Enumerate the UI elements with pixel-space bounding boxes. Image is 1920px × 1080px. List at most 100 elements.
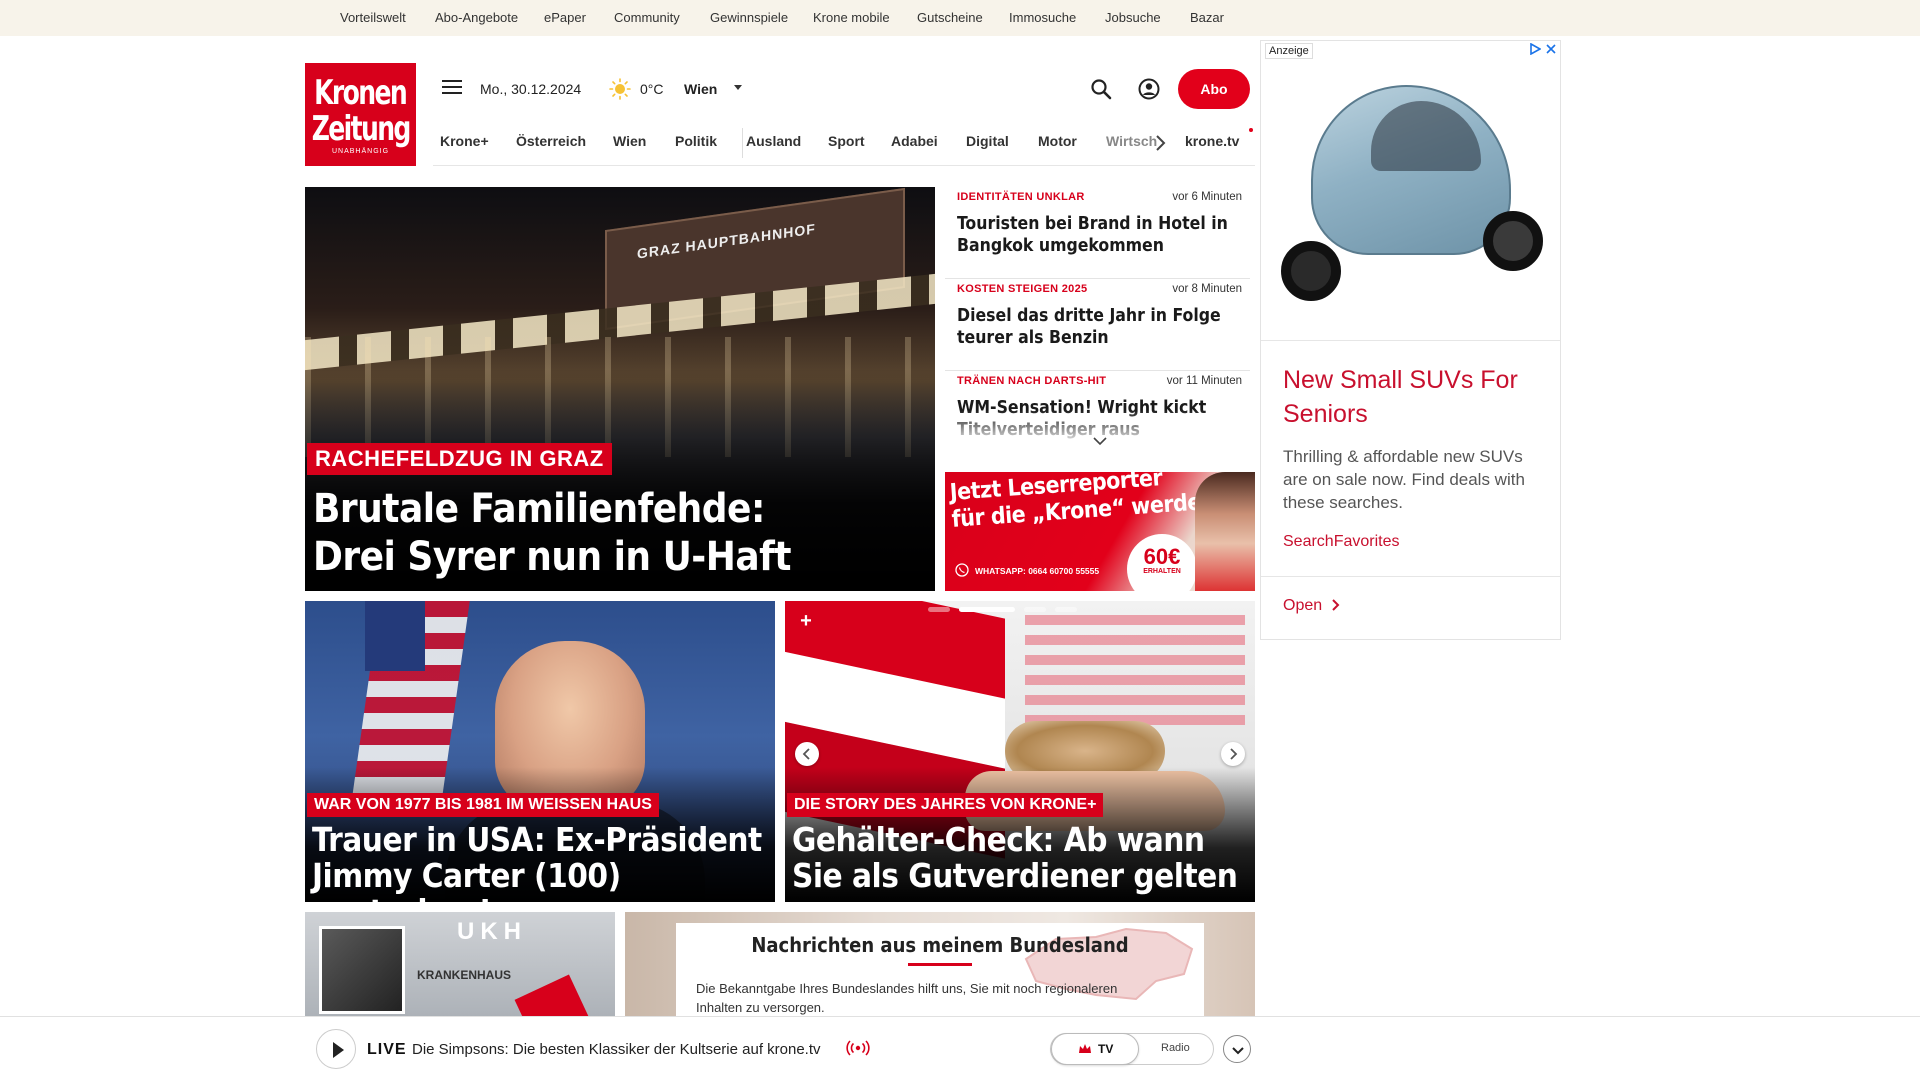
whatsapp-icon (955, 563, 969, 577)
card-headline-line-1[interactable]: Trauer in USA: Ex-Präsident (312, 822, 762, 858)
nav-item-oesterreich[interactable]: Österreich (516, 133, 586, 149)
ad-label: Anzeige (1265, 43, 1313, 59)
ticker-time: vor 11 Minuten (1166, 375, 1242, 387)
topbar-link-immosuche[interactable]: Immosuche (1009, 10, 1076, 25)
search-icon[interactable] (1090, 78, 1112, 100)
ad-open-label: Open (1283, 597, 1323, 614)
bundesland-text: Die Bekanntgabe Ihres Bundeslandes hilft… (696, 981, 1118, 1015)
card-headline-line-2[interactable]: Jimmy Carter (100) gestorben! (312, 858, 775, 903)
account-icon[interactable] (1138, 78, 1160, 100)
live-label: LIVE (367, 1041, 407, 1058)
topbar-link-krone-mobile[interactable]: Krone mobile (813, 10, 890, 25)
livebar-expand-button[interactable] (1223, 1035, 1251, 1063)
ticker-item[interactable]: IDENTITÄTEN UNKLAR vor 6 Minuten Tourist… (945, 187, 1250, 279)
hero-article[interactable]: GRAZ HAUPTBAHNHOF RACHEFELDZUG IN GRAZ B… (305, 187, 935, 591)
ad-image[interactable] (1261, 61, 1560, 341)
article-card[interactable]: + DIE STORY DES JAHRES VON KRONE+ Gehält… (785, 601, 1255, 902)
topbar-link-epaper[interactable]: ePaper (544, 10, 586, 25)
ticker-title[interactable]: Diesel das dritte Jahr in Folge teurer a… (957, 305, 1242, 349)
krone-plus-badge: + (795, 611, 817, 633)
card-kicker: DIE STORY DES JAHRES VON KRONE+ (787, 793, 1104, 817)
card-headline-line-2[interactable]: Sie als Gutverdiener gelten (792, 858, 1238, 894)
carousel-prev-button[interactable] (795, 742, 819, 766)
topbar-link-community[interactable]: Community (614, 10, 680, 25)
tv-label: TV (1098, 1042, 1114, 1056)
nav-item-krone-plus[interactable]: Krone+ (440, 133, 489, 149)
menu-icon[interactable] (442, 80, 462, 96)
promo-whatsapp: WHATSAPP: 0664 60700 55555 (975, 566, 1100, 576)
bundesland-title: Nachrichten aus meinem Bundesland (751, 933, 1129, 957)
carousel-dot[interactable] (1024, 607, 1046, 612)
nav-item-digital[interactable]: Digital (966, 133, 1009, 149)
leserreporter-banner[interactable]: Jetzt Leserreporter für die „Krone“ werd… (945, 472, 1255, 591)
adchoices-icon[interactable] (1529, 43, 1541, 55)
chevron-down-icon (1232, 1047, 1244, 1055)
nav-item-adabei[interactable]: Adabei (891, 133, 938, 149)
carousel-dot[interactable] (1055, 607, 1077, 612)
topbar-link-gewinnspiele[interactable]: Gewinnspiele (710, 10, 788, 25)
play-button[interactable] (316, 1029, 356, 1069)
chevron-right-icon[interactable] (1154, 134, 1166, 152)
radio-toggle-option[interactable]: Radio (1161, 1042, 1190, 1054)
nav-item-wien[interactable]: Wien (613, 133, 646, 149)
advertisement[interactable]: Anzeige New Small SUVs For Seniors Thril… (1260, 40, 1561, 640)
carousel-dot-active[interactable] (959, 607, 1015, 612)
chevron-left-icon (802, 748, 810, 760)
live-dot (1249, 128, 1253, 132)
play-icon (333, 1042, 344, 1058)
ticker-title[interactable]: Touristen bei Brand in Hotel in Bangkok … (957, 213, 1242, 257)
ticker-time: vor 6 Minuten (1172, 191, 1242, 203)
current-date: Mo., 30.12.2024 (480, 81, 582, 97)
nav-item-sport[interactable]: Sport (828, 133, 865, 149)
ad-body: Thrilling & affordable new SUVs are on s… (1283, 447, 1525, 512)
close-icon[interactable] (1545, 43, 1557, 55)
nav-item-wirtschaft[interactable]: Wirtsch (1106, 133, 1157, 149)
nav-divider (742, 128, 743, 158)
chevron-down-icon[interactable] (1092, 436, 1108, 446)
thumb-krankenhaus-sign: KRANKENHAUS (417, 968, 512, 982)
topbar-link-gutscheine[interactable]: Gutscheine (917, 10, 983, 25)
chevron-right-icon (1331, 599, 1340, 611)
hero-station-sign: GRAZ HAUPTBAHNHOF (637, 220, 816, 262)
live-title[interactable]: Die Simpsons: Die besten Klassiker der K… (412, 1041, 821, 1058)
hero-headline-line-1[interactable]: Brutale Familienfehde: (313, 485, 765, 533)
topbar-link-bazar[interactable]: Bazar (1190, 10, 1224, 25)
ad-title[interactable]: New Small SUVs For Seniors (1283, 363, 1543, 431)
topbar-link-jobsuche[interactable]: Jobsuche (1105, 10, 1161, 25)
ticker-time: vor 8 Minuten (1172, 283, 1242, 295)
card-headline-line-1[interactable]: Gehälter-Check: Ab wann (792, 822, 1205, 858)
kronen-zeitung-logo[interactable]: Kronen Zeitung UNABHÄNGIG (305, 63, 416, 166)
location-select[interactable]: Wien (684, 81, 717, 97)
ad-divider (1261, 340, 1560, 341)
ticker-kicker: KOSTEN STEIGEN 2025 (957, 283, 1088, 295)
carousel-dot[interactable] (928, 607, 950, 612)
tv-toggle-option[interactable]: TV (1051, 1033, 1139, 1065)
ad-source[interactable]: SearchFavorites (1283, 533, 1400, 551)
news-ticker: IDENTITÄTEN UNKLAR vor 6 Minuten Tourist… (945, 187, 1250, 447)
ticker-kicker: TRÄNEN NACH DARTS-HIT (957, 375, 1107, 387)
topbar-link-abo-angebote[interactable]: Abo-Angebote (435, 10, 518, 25)
hero-headline-line-2[interactable]: Drei Syrer nun in U-Haft (313, 533, 791, 581)
nav-item-krone-tv[interactable]: krone.tv (1185, 133, 1239, 149)
ad-vehicle-wheel (1281, 241, 1341, 301)
tv-radio-toggle: TV Radio (1050, 1033, 1214, 1065)
broadcast-icon (846, 1040, 870, 1056)
article-card[interactable]: WAR VON 1977 BIS 1981 IM WEISSEN HAUS Tr… (305, 601, 775, 902)
live-bar: LIVE Die Simpsons: Die besten Klassiker … (0, 1016, 1920, 1080)
topbar-link-vorteilswelt[interactable]: Vorteilswelt (340, 10, 406, 25)
nav-item-motor[interactable]: Motor (1038, 133, 1077, 149)
ad-open-button[interactable]: Open (1283, 597, 1340, 615)
carousel-next-button[interactable] (1221, 742, 1245, 766)
promo-badge: 60€ ERHALTEN (1127, 534, 1197, 591)
promo-amount-sub: ERHALTEN (1143, 568, 1181, 575)
thumb-inset-image (319, 926, 405, 1014)
nav-item-politik[interactable]: Politik (675, 133, 717, 149)
promo-amount: 60€ (1143, 544, 1181, 569)
chevron-right-icon (1230, 748, 1238, 760)
chevron-down-icon[interactable] (733, 84, 743, 92)
nav-item-ausland[interactable]: Ausland (746, 133, 801, 149)
promo-woman-image (1195, 472, 1255, 591)
abo-button[interactable]: Abo (1178, 69, 1250, 109)
temperature: 0°C (640, 81, 664, 97)
ticker-item[interactable]: KOSTEN STEIGEN 2025 vor 8 Minuten Diesel… (945, 279, 1250, 371)
